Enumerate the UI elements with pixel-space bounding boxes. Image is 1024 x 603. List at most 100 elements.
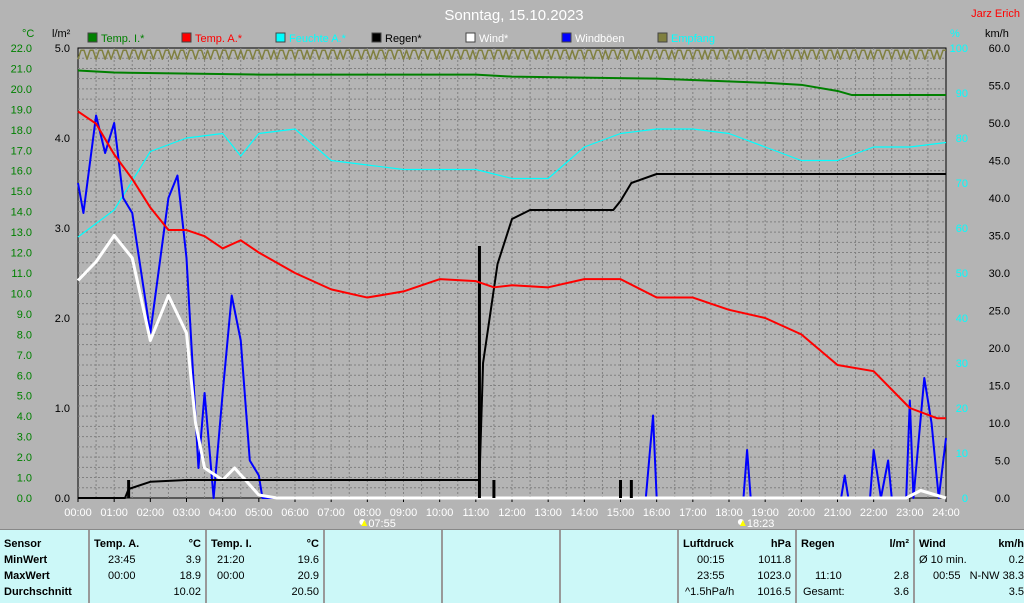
tick-temp: 2.0	[17, 452, 32, 464]
lbl-min: MinWert	[4, 554, 48, 566]
tick-temp: 21.0	[11, 63, 32, 75]
col-sensor: Sensor MinWert MaxWert Durchschnitt	[0, 530, 88, 603]
value: 19.6	[297, 554, 319, 566]
tick-x-label: 13:00	[534, 507, 562, 519]
unit-kmh: km/h	[985, 28, 1009, 40]
tick-temp: 7.0	[17, 350, 32, 362]
tick-percent: 40	[956, 313, 968, 325]
tick-temp: 12.0	[11, 248, 32, 260]
tick-temp: 4.0	[17, 411, 32, 423]
tick-temp: 8.0	[17, 329, 32, 341]
tick-x-label: 20:00	[788, 507, 816, 519]
tick-x-label: 06:00	[281, 507, 309, 519]
col-wind: Wind km/h Ø 10 min. 0.2 00:55 N-NW 38.3 3.5	[913, 530, 1024, 603]
tick-percent: 50	[956, 268, 968, 280]
tick-kmh: 60.0	[989, 43, 1010, 55]
tick-temp: 22.0	[11, 43, 32, 55]
legend-label-temp_i: Temp. I.*	[101, 33, 145, 45]
tick-temp: 20.0	[11, 84, 32, 96]
tick-kmh: 10.0	[989, 418, 1010, 430]
tick-temp: 5.0	[17, 391, 32, 403]
tick-temp: 13.0	[11, 227, 32, 239]
tick-rain: 3.0	[55, 223, 70, 235]
hdr-sensor: Sensor	[4, 538, 42, 550]
tick-percent: 60	[956, 223, 968, 235]
tick-kmh: 25.0	[989, 306, 1010, 318]
tick-x-label: 17:00	[679, 507, 707, 519]
value: 1023.0	[757, 570, 791, 582]
tick-kmh: 15.0	[989, 381, 1010, 393]
weather-chart: Sonntag, 15.10.2023 Jarz Erich °C l/m² %…	[11, 7, 1020, 529]
value: 2.8	[893, 570, 909, 582]
col-pressure: Luftdruck hPa 00:15 1011.8 23:55 1023.0 ^1.…	[677, 530, 795, 603]
tick-temp: 14.0	[11, 207, 32, 219]
chart-title: Sonntag, 15.10.2023	[444, 7, 583, 24]
time: 23:55	[697, 570, 725, 582]
unit-temp: °C	[22, 28, 34, 40]
tick-percent: 0	[962, 493, 968, 505]
tick-percent: 10	[956, 448, 968, 460]
col-temp-a: Temp. A. °C 23:45 3.9 00:00 18.9 10.02	[88, 530, 205, 603]
tick-temp: 1.0	[17, 473, 32, 485]
tick-x-label: 05:00	[245, 507, 273, 519]
hdr-pressure: Luftdruck	[683, 538, 734, 550]
tick-x-label: 11:00	[462, 507, 489, 519]
tick-temp: 17.0	[11, 145, 32, 157]
unit: hPa	[770, 538, 791, 550]
tick-percent: 80	[956, 133, 968, 145]
tick-kmh: 35.0	[989, 231, 1010, 243]
tick-rain: 2.0	[55, 313, 70, 325]
tick-temp: 19.0	[11, 104, 32, 116]
value: 3.9	[185, 554, 201, 566]
tick-x-label: 00:00	[64, 507, 92, 519]
time: 00:00	[217, 570, 245, 582]
time: 00:15	[697, 554, 725, 566]
time: 23:45	[108, 554, 136, 566]
legend-swatch-gusts	[561, 32, 572, 43]
tick-kmh: 45.0	[989, 156, 1010, 168]
hdr-temp-i: Temp. I.	[211, 538, 252, 550]
unit: °C	[188, 538, 201, 550]
legend-swatch-rain	[371, 32, 382, 43]
hdr-rain: Regen	[801, 538, 835, 550]
tick-x-label: 18:00	[715, 507, 743, 519]
tick-x-label: 23:00	[896, 507, 924, 519]
col-empty-3	[559, 530, 677, 603]
tick-temp: 16.0	[11, 166, 32, 178]
tick-percent: 100	[950, 43, 968, 55]
tick-rain: 0.0	[55, 493, 70, 505]
tick-x-label: 07:00	[317, 507, 345, 519]
tick-temp: 6.0	[17, 370, 32, 382]
unit: km/h	[998, 538, 1024, 550]
tick-rain: 5.0	[55, 43, 70, 55]
legend-swatch-reception	[657, 32, 668, 43]
value: 0.2	[1008, 554, 1024, 566]
tick-percent: 90	[956, 88, 968, 100]
sunset-label: 18:23	[747, 518, 775, 529]
tick-x-label: 10:00	[426, 507, 454, 519]
avg-label: Ø 10 min.	[919, 554, 967, 566]
tick-temp: 3.0	[17, 432, 32, 444]
time: 11:10	[815, 570, 842, 582]
tick-x-label: 02:00	[137, 507, 165, 519]
tick-x-label: 22:00	[860, 507, 888, 519]
value: N-NW 38.3	[969, 570, 1024, 582]
legend-label-gusts: Windböen	[575, 33, 625, 45]
time: 00:55	[933, 570, 961, 582]
tick-rain: 4.0	[55, 133, 70, 145]
legend-label-wind: Wind*	[479, 33, 509, 45]
tick-percent: 30	[956, 358, 968, 370]
tick-kmh: 20.0	[989, 343, 1010, 355]
tick-kmh: 30.0	[989, 268, 1010, 280]
tick-x-label: 14:00	[571, 507, 599, 519]
tick-kmh: 50.0	[989, 118, 1010, 130]
legend-label-temp_a: Temp. A.*	[195, 33, 243, 45]
unit: l/m²	[889, 538, 909, 550]
tick-x-label: 16:00	[643, 507, 671, 519]
value: 18.9	[179, 570, 201, 582]
tick-x-label: 21:00	[824, 507, 852, 519]
sunrise-label: 07:55	[368, 518, 396, 529]
author-label: Jarz Erich	[971, 8, 1020, 20]
value: 1016.5	[757, 586, 791, 598]
tick-kmh: 0.0	[995, 493, 1010, 505]
